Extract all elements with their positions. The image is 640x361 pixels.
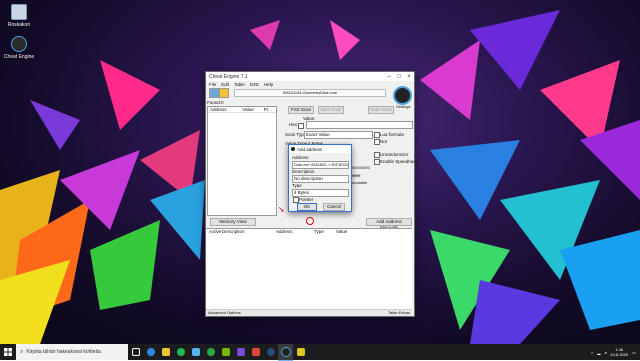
edge-icon[interactable] (143, 344, 158, 360)
next-scan-button[interactable]: Next Scan (318, 106, 344, 114)
found-count: Found:0 (207, 100, 224, 105)
windows-icon (4, 348, 12, 356)
first-scan-button[interactable]: First Scan (288, 106, 314, 114)
maximize-button[interactable]: □ (394, 72, 404, 81)
table-column-active[interactable]: Active (209, 229, 221, 234)
menu-table[interactable]: Table (234, 82, 245, 87)
undo-scan-button[interactable]: Undo Scan (368, 106, 394, 114)
dialog-type-label: Type (292, 183, 302, 188)
menu-help[interactable]: Help (264, 82, 273, 87)
minimize-button[interactable]: – (384, 72, 394, 81)
dialog-address-label: Address (292, 155, 309, 160)
status-bar: Advanced Options Table Extras (206, 309, 412, 316)
taskbar: ⌕ Kirjoita tähän hakeaksesi kohteita ˄ ▂… (0, 343, 640, 361)
table-column-type[interactable]: Type (314, 229, 324, 234)
open-process-icon[interactable] (209, 88, 219, 98)
settings-label[interactable]: Settings (396, 104, 410, 109)
store-icon[interactable] (188, 344, 203, 360)
task-view-icon[interactable] (128, 344, 143, 360)
dialog-description-label: Description (292, 169, 315, 174)
executable-label: ecutable (352, 180, 368, 185)
dialog-ok-button[interactable]: OK (297, 203, 317, 211)
spotify-icon[interactable] (173, 344, 188, 360)
clock[interactable]: 1.46 24.6.2020 (610, 347, 628, 357)
close-button[interactable]: × (404, 72, 414, 81)
hex-start-value: 00000000 (352, 165, 370, 170)
desktop-icon-label: Roskakori (7, 22, 31, 28)
pointer-arrow-icon[interactable]: ➘ (278, 206, 286, 214)
dialog-cancel-button[interactable]: Cancel (323, 203, 345, 211)
dialog-title: Add address (297, 146, 323, 152)
dialog-pointer-label: Pointer (299, 197, 314, 202)
tray-up-arrow-icon[interactable]: ˄ (591, 350, 593, 355)
dialog-title-bar[interactable]: Add address (289, 145, 351, 153)
lua-formula-label: Lua formula (380, 132, 404, 137)
advanced-options[interactable]: Advanced Options (208, 310, 241, 316)
add-address-manually-button[interactable]: Add Address Manually (366, 218, 412, 230)
menu-bar: File Edit Table D3D Help (206, 81, 414, 88)
title-bar[interactable]: Cheat Engine 7.1 – □ × (206, 72, 414, 81)
steam-icon[interactable] (263, 344, 278, 360)
cheat-engine-logo-icon[interactable] (393, 86, 412, 105)
process-name: 00001D34-GeometryDash.exe (234, 89, 386, 97)
search-icon: ⌕ (20, 348, 24, 355)
system-tray: ˄ ▂ ◂ 1.46 24.6.2020 ▭ (591, 344, 636, 360)
taskbar-cheat-engine-icon[interactable] (278, 343, 293, 361)
add-address-dialog: Add address Address Dash.exe+20A1B00 -> … (288, 144, 352, 212)
unrandomizer-label: Unrandomizer (380, 152, 409, 157)
hex-label: Hex (289, 122, 298, 127)
nvidia-icon[interactable] (218, 344, 233, 360)
dialog-address-input[interactable]: Dash.exe+20A1B00 -> 0DF1B7D0 (292, 161, 349, 169)
dialog-type-select[interactable]: 4 Bytes (292, 189, 349, 197)
search-placeholder: Kirjoita tähän hakeaksesi kohteita (26, 349, 101, 355)
notification-icon[interactable]: ▭ (632, 350, 636, 355)
recycle-bin-icon (11, 4, 27, 20)
cheat-engine-icon (11, 36, 27, 52)
menu-file[interactable]: File (209, 82, 216, 87)
desktop-icon-label: Cheat Engine (3, 54, 35, 60)
window-title: Cheat Engine 7.1 (209, 73, 248, 80)
table-column-value[interactable]: Value (336, 229, 347, 234)
network-icon[interactable]: ▂ (597, 350, 600, 355)
open-file-icon[interactable] (219, 88, 229, 98)
column-previous[interactable]: Pr... (264, 107, 272, 112)
taskbar-search[interactable]: ⌕ Kirjoita tähän hakeaksesi kohteita (16, 344, 128, 360)
table-column-description[interactable]: Description (222, 229, 245, 234)
desktop-icon-cheat-engine[interactable]: Cheat Engine (2, 36, 36, 60)
clock-date: 24.6.2020 (610, 352, 629, 357)
game-icon[interactable] (248, 344, 263, 360)
desktop-icon-recycle-bin[interactable]: Roskakori (2, 4, 36, 28)
geometry-dash-icon[interactable] (293, 344, 308, 360)
speedhack-label: Enable Speedhack (380, 159, 418, 164)
hex-checkbox[interactable] (298, 123, 304, 129)
dialog-app-icon (291, 147, 295, 151)
xbox-icon[interactable] (203, 344, 218, 360)
scan-type-select[interactable]: Exact Value (304, 131, 373, 139)
toolbar: 00001D34-GeometryDash.exe (206, 88, 414, 98)
menu-edit[interactable]: Edit (221, 82, 229, 87)
dialog-description-input[interactable]: No description (292, 175, 349, 183)
not-label: Not (380, 139, 388, 144)
table-extras[interactable]: Table Extras (388, 310, 410, 316)
memory-view-button[interactable]: Memory View (210, 218, 256, 226)
hex-end-value: ffffffff (352, 173, 361, 178)
media-icon[interactable] (233, 344, 248, 360)
scan-type-label: Scan Type (285, 132, 307, 137)
start-button[interactable] (0, 344, 16, 360)
stop-icon[interactable] (306, 217, 314, 225)
volume-icon[interactable]: ◂ (604, 350, 606, 355)
value-input[interactable] (306, 121, 413, 129)
file-explorer-icon[interactable] (158, 344, 173, 360)
column-value[interactable]: Value (243, 107, 254, 112)
column-address[interactable]: Address (210, 107, 227, 112)
found-list[interactable]: Address Value Pr... (207, 106, 277, 216)
menu-d3d[interactable]: D3D (250, 82, 259, 87)
table-column-address[interactable]: Address (276, 229, 293, 234)
address-table[interactable]: Active Description Address Type Value (206, 228, 412, 309)
